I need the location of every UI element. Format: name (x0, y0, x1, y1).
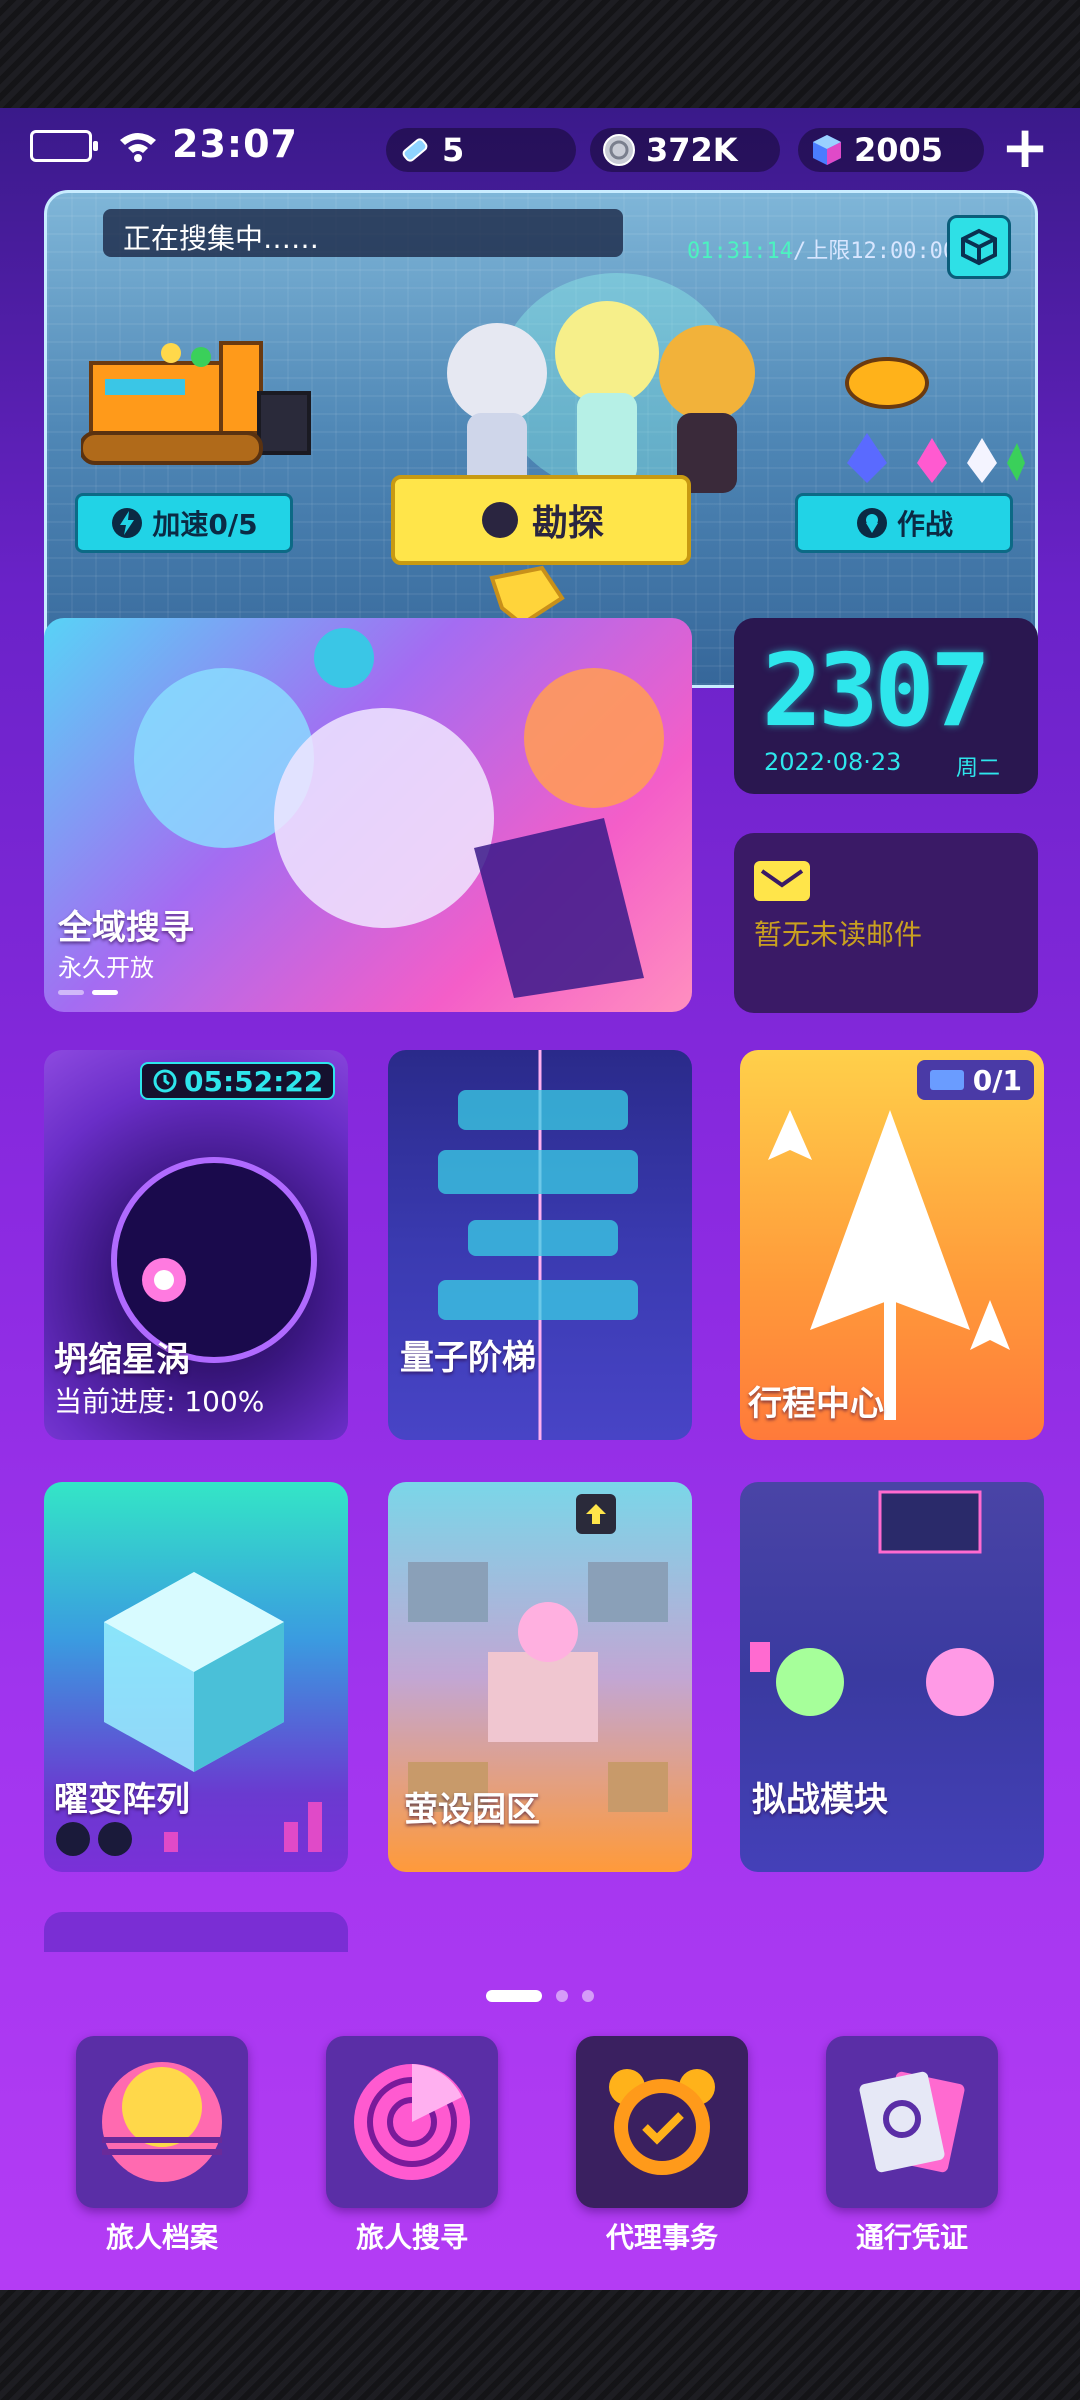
battle-sim-title: 拟战模块 (752, 1780, 888, 1820)
carousel-dot-active (92, 990, 118, 995)
nav-traveler-archive[interactable]: 旅人档案 (76, 2036, 248, 2256)
coin-icon (600, 131, 638, 169)
itinerary-title: 行程中心 (748, 1384, 884, 1424)
traveler-archive-label: 旅人档案 (105, 2221, 218, 2254)
mail-icon (754, 861, 810, 901)
gem-cube-icon (808, 131, 846, 169)
speed-up-label: 加速0/5 (152, 508, 258, 541)
coin-value: 372K (646, 131, 738, 169)
ticket-icon (929, 1070, 964, 1090)
agent-affairs-label: 代理事务 (605, 2221, 718, 2254)
collecting-status: 正在搜集中…… (103, 209, 623, 257)
itinerary-count: 0/1 (972, 1063, 1022, 1097)
stamina-icon (396, 131, 434, 169)
quantum-ladder-artwork (438, 1050, 638, 1440)
vortex-timer-badge: 05:52:22 (140, 1062, 336, 1100)
pass-card-icon (826, 2036, 998, 2208)
status-bar: 23:07 5 372K 2005 + (0, 108, 1080, 192)
top-bezel (0, 0, 1080, 108)
vortex-timer: 05:52:22 (184, 1064, 324, 1098)
nav-traveler-search[interactable]: 旅人搜寻 (326, 2036, 498, 2256)
gem-counter[interactable]: 2005 (798, 128, 984, 172)
clock-widget-time: 2307 (762, 632, 991, 749)
clock-widget: 2307 2022·08·23 周二 (734, 618, 1038, 794)
stamina-counter[interactable]: 5 (386, 128, 576, 172)
page-dot-active[interactable] (486, 1990, 542, 2002)
clock-widget-weekday: 周二 (956, 756, 1001, 781)
mail-status-text: 暂无未读邮件 (754, 918, 923, 951)
element-icon (56, 1822, 90, 1856)
storage-cube-button[interactable] (947, 215, 1011, 279)
global-search-subtitle: 永久开放 (58, 954, 154, 982)
global-search-card[interactable]: 全域搜寻 永久开放 (44, 618, 692, 1012)
battery-icon (30, 130, 98, 162)
quantum-ladder-card[interactable]: 量子阶梯 (388, 1050, 692, 1440)
gem-value: 2005 (854, 131, 944, 169)
page-dot[interactable] (582, 1990, 594, 2002)
stamina-value: 5 (442, 131, 465, 169)
quantum-ladder-title: 量子阶梯 (400, 1338, 536, 1378)
page-indicator (0, 1990, 1080, 2002)
collect-timer: 01:31:14/上限12:00:00 (687, 233, 956, 265)
traveler-archive-icon (76, 2036, 248, 2208)
obsidian-array-card[interactable]: 曜变阵列 (44, 1482, 348, 1872)
clock-icon (153, 1069, 177, 1093)
cube-icon (961, 228, 997, 266)
wifi-icon (120, 133, 156, 162)
element-icons (56, 1822, 132, 1856)
firefly-park-card[interactable]: 萤设园区 (388, 1482, 692, 1872)
bottom-bezel (0, 2290, 1080, 2400)
status-time: 23:07 (172, 122, 298, 166)
itinerary-center-card[interactable]: 0/1 行程中心 (740, 1050, 1044, 1440)
nav-agent-affairs[interactable]: 代理事务 (576, 2036, 748, 2256)
excavator-machine-image (81, 341, 311, 465)
upgrade-arrow-icon (586, 1504, 606, 1524)
global-search-title: 全域搜寻 (58, 908, 194, 948)
vortex-progress: 当前进度: 100% (54, 1385, 265, 1418)
alarm-clock-icon (576, 2036, 748, 2208)
explore-button[interactable]: 勘探 (391, 475, 691, 565)
lightning-icon (112, 508, 143, 538)
explore-icon (481, 502, 518, 538)
element-icon (98, 1822, 132, 1856)
nav-access-pass[interactable]: 通行凭证 (826, 2036, 998, 2256)
traveler-search-label: 旅人搜寻 (355, 2221, 468, 2254)
explore-label: 勘探 (531, 503, 604, 544)
page-dot[interactable] (556, 1990, 568, 2002)
clock-widget-date: 2022·08·23 (764, 748, 902, 776)
battle-sim-card[interactable]: 拟战模块 (740, 1482, 1044, 1872)
upgrade-badge (576, 1494, 616, 1534)
timer-limit: /上限12:00:00 (792, 239, 957, 264)
carousel-indicator (58, 990, 118, 995)
obsidian-array-title: 曜变阵列 (54, 1780, 190, 1820)
game-home-screen: 23:07 5 372K 2005 + 正在搜集中…… 01:31:14/上限1… (0, 108, 1080, 2290)
battle-label: 作战 (896, 508, 953, 541)
itinerary-count-badge: 0/1 (916, 1060, 1034, 1100)
access-pass-label: 通行凭证 (855, 2221, 968, 2254)
timer-current: 01:31:14 (687, 239, 793, 264)
carousel-dot (58, 990, 84, 995)
mail-card[interactable]: 暂无未读邮件 (734, 833, 1038, 1013)
radar-icon (326, 2036, 498, 2208)
speed-up-button[interactable]: 加速0/5 (75, 493, 293, 553)
gems-treasure-image (845, 357, 1025, 483)
collapse-vortex-card[interactable]: 05:52:22 坍缩星涡 当前进度: 100% (44, 1050, 348, 1440)
coin-counter[interactable]: 372K (590, 128, 780, 172)
battle-button[interactable]: 作战 (795, 493, 1013, 553)
vortex-title: 坍缩星涡 (54, 1340, 190, 1380)
firefly-park-title: 萤设园区 (404, 1790, 540, 1830)
partial-card (44, 1912, 348, 1952)
location-pin-icon (856, 508, 887, 538)
add-currency-button[interactable]: + (1000, 118, 1050, 176)
